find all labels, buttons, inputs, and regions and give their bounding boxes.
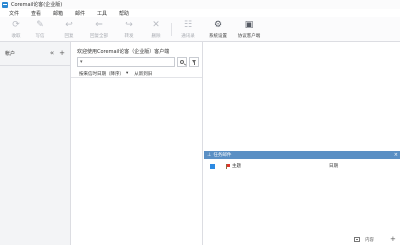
gear-icon: ⚙ [213,20,223,30]
delete-icon: ✕ [152,20,160,30]
settings-label: 系统设置 [209,34,227,39]
sort-field-dropdown[interactable]: 按来信时日期（降序） [79,71,124,77]
reading-pane [204,42,400,151]
mail-list-pane: 欢迎使用Coremail论客（企业版）客户端 ▾ 按来信时日期（降序） ▾ 从新… [71,42,203,245]
task-panel-header: ⊥ 任务邮件 × [204,151,400,159]
sort-bar: 按来信时日期（降序） ▾ 从新到旧 [71,70,202,78]
menu-bar: 文件 查看 邮箱 邮件 工具 帮助 [0,9,400,17]
menu-file[interactable]: 文件 [9,10,19,17]
date-column-header[interactable]: 日期 [329,163,338,169]
compose-icon: ✎ [36,20,44,30]
app-logo-icon [2,1,8,8]
pin-icon[interactable]: ⊥ [207,152,211,158]
reply-all-label: 回复全部 [90,34,108,39]
delete-label: 删除 [151,34,161,39]
flag-icon[interactable] [226,163,230,169]
menu-tools[interactable]: 工具 [97,10,107,17]
reply-all-icon: ⇐ [95,20,103,30]
protocol-client-button[interactable]: ▣ 协议客户端 [234,19,264,40]
client-icon: ▣ [244,20,254,30]
compose-button[interactable]: ✎ 写信 [27,19,53,40]
settings-button[interactable]: ⚙ 系统设置 [205,19,231,40]
layout-icon[interactable] [354,237,360,242]
sort-dropdown-icon[interactable]: ▾ [126,71,128,76]
reply-icon: ↩ [65,20,73,30]
title-bar: Coremail论客(企业版) [0,0,400,9]
search-button[interactable] [177,57,188,67]
menu-mail[interactable]: 邮件 [75,10,85,17]
toolbar: ⟳ 收取 ✎ 写信 ↩ 回复 ⇐ 回复全部 ↪ 转发 ✕ 删除 ☷ 通讯录 ⚙ … [0,17,400,42]
sidebar-title: 帐户 [5,51,16,57]
task-panel-title: 任务邮件 [213,153,232,158]
delete-button[interactable]: ✕ 删除 [143,19,169,40]
menu-mailbox[interactable]: 邮箱 [53,10,63,17]
search-field[interactable]: ▾ [77,57,176,67]
add-account-icon[interactable]: + [59,50,65,57]
forward-button[interactable]: ↪ 转发 [116,19,142,40]
search-row: ▾ [77,57,199,67]
status-bar: 内容 + [204,235,400,245]
contacts-label: 通讯录 [181,34,195,39]
window-title: Coremail论客(企业版) [11,2,63,8]
close-icon[interactable]: × [394,152,398,158]
task-mail-panel: ⊥ 任务邮件 × 主题 日期 [204,151,400,245]
account-sidebar: 帐户 « + [0,42,71,245]
checkbox-icon[interactable] [210,163,215,169]
search-input[interactable] [85,59,175,65]
forward-label: 转发 [124,34,134,39]
account-title: 欢迎使用Coremail论客（企业版）客户端 [77,49,170,55]
reply-button[interactable]: ↩ 回复 [56,19,82,40]
toolbar-separator [171,23,172,36]
sidebar-header: 帐户 « + [0,42,70,66]
collapse-sidebar-icon[interactable]: « [50,50,54,57]
menu-help[interactable]: 帮助 [119,10,129,17]
subject-column-header[interactable]: 主题 [232,163,241,169]
menu-view[interactable]: 查看 [31,10,41,17]
contacts-button[interactable]: ☷ 通讯录 [175,19,201,40]
receive-button[interactable]: ⟳ 收取 [3,19,29,40]
search-icon [180,60,185,64]
contacts-icon: ☷ [183,20,193,30]
filter-icon [192,60,197,65]
reply-label: 回复 [64,34,74,39]
compose-label: 写信 [35,34,45,39]
search-scope-dropdown-icon[interactable]: ▾ [80,59,83,65]
protocol-client-label: 协议客户端 [237,34,261,39]
task-column-header-row: 主题 日期 [204,162,400,170]
forward-icon: ↪ [125,20,133,30]
plus-icon[interactable]: + [390,236,396,243]
filter-button[interactable] [189,57,199,67]
reply-all-button[interactable]: ⇐ 回复全部 [86,19,112,40]
receive-label: 收取 [11,34,21,39]
status-text: 内容 [365,238,374,243]
sort-order[interactable]: 从新到旧 [134,71,152,77]
refresh-icon: ⟳ [12,20,20,30]
